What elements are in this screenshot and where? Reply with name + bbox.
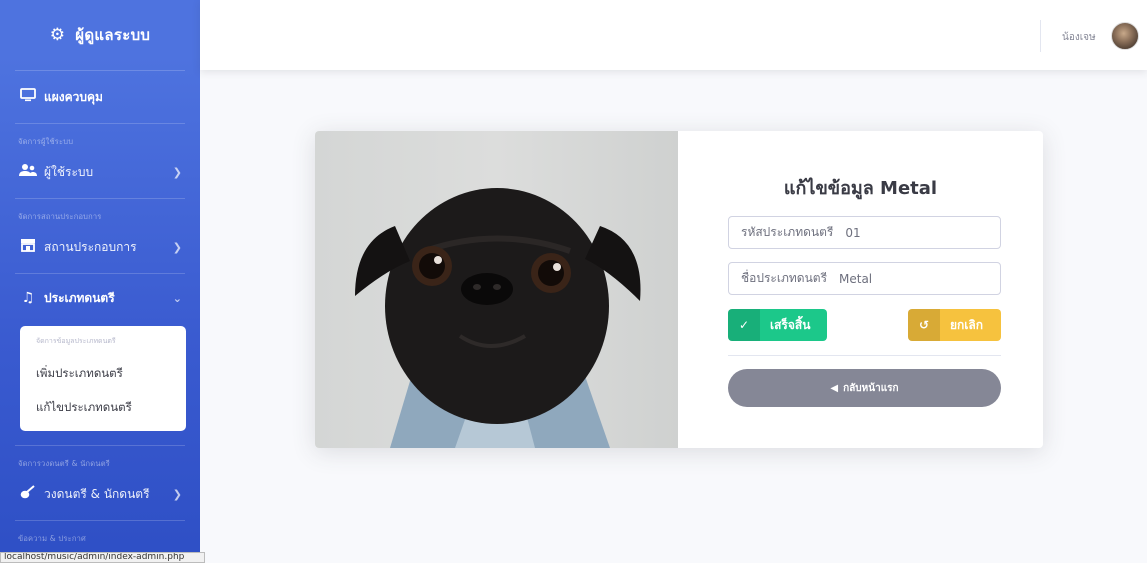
form-title: แก้ไขข้อมูล Metal bbox=[783, 178, 938, 199]
history-icon: ↺ bbox=[908, 309, 940, 341]
field-value: Metal bbox=[839, 271, 873, 286]
edit-card: แก้ไขข้อมูล Metal รหัสประเภทดนตรี 01 ชื่… bbox=[315, 131, 1043, 448]
sidebar: ⚙ ผู้ดูแลระบบ แผงควบคุม จัดการผู้ใช้ระบบ… bbox=[0, 0, 200, 563]
user-cog-icon: ⚙ bbox=[49, 25, 66, 45]
submenu-item-add-music-type[interactable]: เพิ่มประเภทดนตรี bbox=[20, 357, 186, 391]
sidebar-item-label: แผงควบคุม bbox=[44, 89, 103, 104]
back-home-button[interactable]: ◀ กลับหน้าแรก bbox=[728, 369, 1001, 407]
browser-status-url: localhost/music/admin/index-admin.php bbox=[0, 552, 205, 563]
sidebar-item-label: ผู้ใช้ระบบ bbox=[44, 164, 94, 179]
chevron-right-icon: ❯ bbox=[172, 487, 182, 501]
sidebar-item-label: วงดนตรี & นักดนตรี bbox=[44, 486, 150, 501]
brand-title: ผู้ดูแลระบบ bbox=[75, 26, 151, 44]
arrow-left-circle-icon: ◀ bbox=[830, 382, 839, 394]
field-label: ชื่อประเภทดนตรี bbox=[741, 271, 828, 285]
chevron-right-icon: ❯ bbox=[172, 240, 182, 254]
form-divider bbox=[728, 355, 1001, 356]
sidebar-heading: จัดการผู้ใช้ระบบ bbox=[18, 137, 74, 146]
cancel-label: ยกเลิก bbox=[950, 317, 984, 332]
sidebar-heading: จัดการวงดนตรี & นักดนตรี bbox=[18, 459, 110, 468]
topbar-divider bbox=[1040, 20, 1041, 52]
monitor-icon bbox=[18, 88, 38, 106]
sidebar-heading: จัดการสถานประกอบการ bbox=[18, 212, 102, 221]
field-label: รหัสประเภทดนตรี bbox=[741, 225, 834, 239]
user-name[interactable]: น้องเจษ bbox=[1062, 30, 1096, 45]
music-icon: ♫ bbox=[21, 290, 35, 306]
sidebar-item-bands[interactable]: วงดนตรี & นักดนตรี ❯ bbox=[0, 468, 200, 520]
guitar-icon bbox=[18, 485, 38, 503]
sidebar-heading: ข้อความ & ประกาศ bbox=[18, 534, 86, 543]
avatar[interactable] bbox=[1111, 22, 1139, 50]
sidebar-submenu: จัดการข้อมูลประเภทดนตรี เพิ่มประเภทดนตรี… bbox=[20, 326, 186, 431]
music-type-id-field[interactable]: รหัสประเภทดนตรี 01 bbox=[728, 216, 1001, 249]
sidebar-item-dashboard[interactable]: แผงควบคุม bbox=[0, 71, 200, 123]
sidebar-item-label: สถานประกอบการ bbox=[44, 239, 137, 254]
chevron-down-icon: ⌄ bbox=[172, 291, 182, 305]
submit-button[interactable]: ✓ เสร็จสิ้น bbox=[728, 309, 827, 341]
submenu-heading: จัดการข้อมูลประเภทดนตรี bbox=[36, 337, 116, 345]
pug-photo bbox=[315, 131, 678, 448]
field-value: 01 bbox=[845, 225, 861, 240]
submenu-item-edit-music-type[interactable]: แก้ไขประเภทดนตรี bbox=[20, 391, 186, 425]
users-icon bbox=[18, 163, 38, 181]
music-type-name-field[interactable]: ชื่อประเภทดนตรี Metal bbox=[728, 262, 1001, 295]
submit-label: เสร็จสิ้น bbox=[770, 317, 811, 332]
cancel-button[interactable]: ↺ ยกเลิก bbox=[908, 309, 1001, 341]
chevron-right-icon: ❯ bbox=[172, 165, 182, 179]
store-icon bbox=[18, 238, 38, 256]
sidebar-item-store[interactable]: สถานประกอบการ ❯ bbox=[0, 221, 200, 273]
sidebar-item-label: ประเภทดนตรี bbox=[44, 290, 115, 305]
edit-form: แก้ไขข้อมูล Metal รหัสประเภทดนตรี 01 ชื่… bbox=[678, 131, 1043, 448]
back-home-label: กลับหน้าแรก bbox=[843, 382, 899, 394]
check-icon: ✓ bbox=[728, 309, 760, 341]
sidebar-item-users[interactable]: ผู้ใช้ระบบ ❯ bbox=[0, 146, 200, 198]
topbar: น้องเจษ bbox=[200, 0, 1147, 70]
sidebar-brand[interactable]: ⚙ ผู้ดูแลระบบ bbox=[0, 0, 200, 70]
sidebar-item-music-types[interactable]: ♫ ประเภทดนตรี ⌄ bbox=[0, 274, 200, 322]
